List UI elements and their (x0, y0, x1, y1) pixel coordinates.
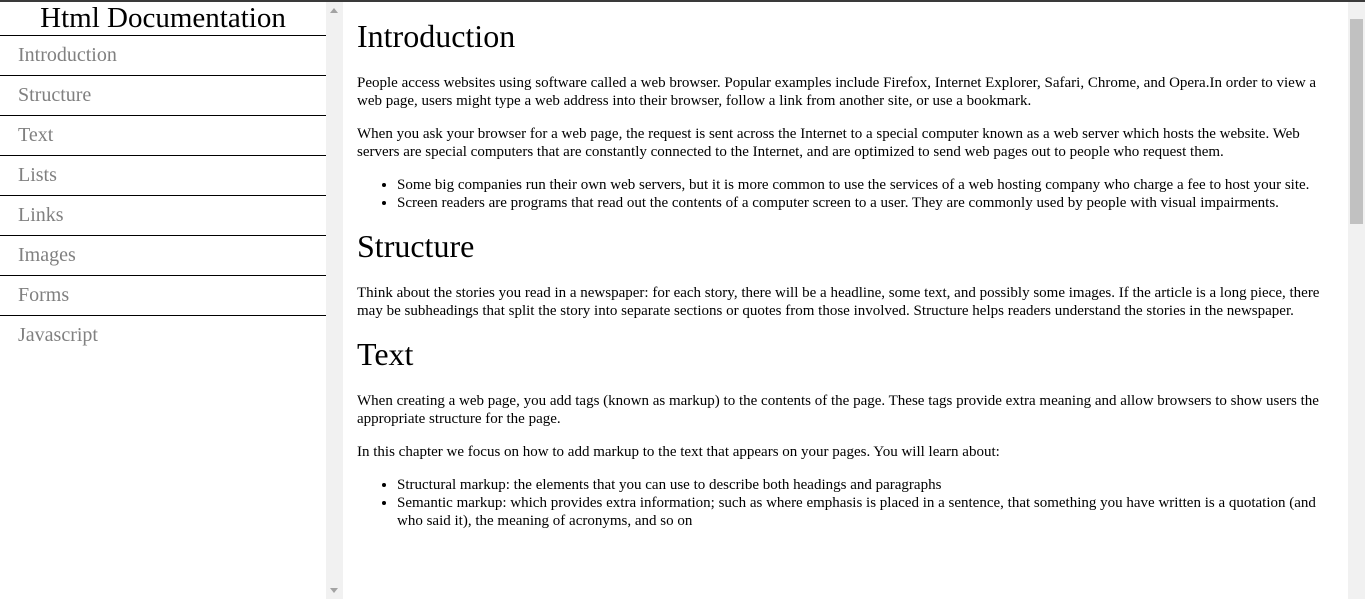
nav-title: Html Documentation (0, 2, 326, 36)
section-introduction: Introduction People access websites usin… (357, 18, 1334, 212)
section-text: Text When creating a web page, you add t… (357, 336, 1334, 530)
list-item: Some big companies run their own web ser… (397, 176, 1334, 194)
nav-link-javascript[interactable]: Javascript (0, 316, 326, 356)
nav-link-links[interactable]: Links (0, 196, 326, 236)
paragraph: In this chapter we focus on how to add m… (357, 444, 1000, 460)
list-item: Structural markup: the elements that you… (397, 476, 1334, 494)
section-title-introduction: Introduction (357, 18, 516, 54)
nav-list: Introduction Structure Text Lists Links … (0, 36, 326, 356)
section-structure: Structure Think about the stories you re… (357, 228, 1334, 320)
main-scrollbar[interactable] (1348, 2, 1365, 599)
navbar: Html Documentation Introduction Structur… (0, 2, 326, 599)
paragraph: Think about the stories you read in a ne… (357, 285, 1320, 319)
nav-link-introduction[interactable]: Introduction (0, 36, 326, 76)
bullet-list: Structural markup: the elements that you… (357, 476, 1334, 530)
scroll-down-arrow-icon[interactable] (330, 588, 338, 593)
paragraph: When you ask your browser for a web page… (357, 126, 1300, 160)
section-title-structure: Structure (357, 228, 475, 264)
nav-link-lists[interactable]: Lists (0, 156, 326, 196)
scroll-thumb[interactable] (1350, 19, 1363, 224)
nav-link-text[interactable]: Text (0, 116, 326, 156)
sidebar-scrollbar[interactable] (326, 2, 343, 599)
main-doc: Introduction People access websites usin… (343, 2, 1348, 599)
paragraph: People access websites using software ca… (357, 75, 1317, 109)
nav-link-images[interactable]: Images (0, 236, 326, 276)
nav-link-structure[interactable]: Structure (0, 76, 326, 116)
bullet-list: Some big companies run their own web ser… (357, 176, 1334, 212)
nav-link-forms[interactable]: Forms (0, 276, 326, 316)
section-title-text: Text (357, 336, 414, 372)
list-item: Semantic markup: which provides extra in… (397, 494, 1334, 530)
paragraph: When creating a web page, you add tags (… (357, 393, 1319, 427)
scroll-up-arrow-icon[interactable] (330, 8, 338, 13)
list-item: Screen readers are programs that read ou… (397, 194, 1334, 212)
